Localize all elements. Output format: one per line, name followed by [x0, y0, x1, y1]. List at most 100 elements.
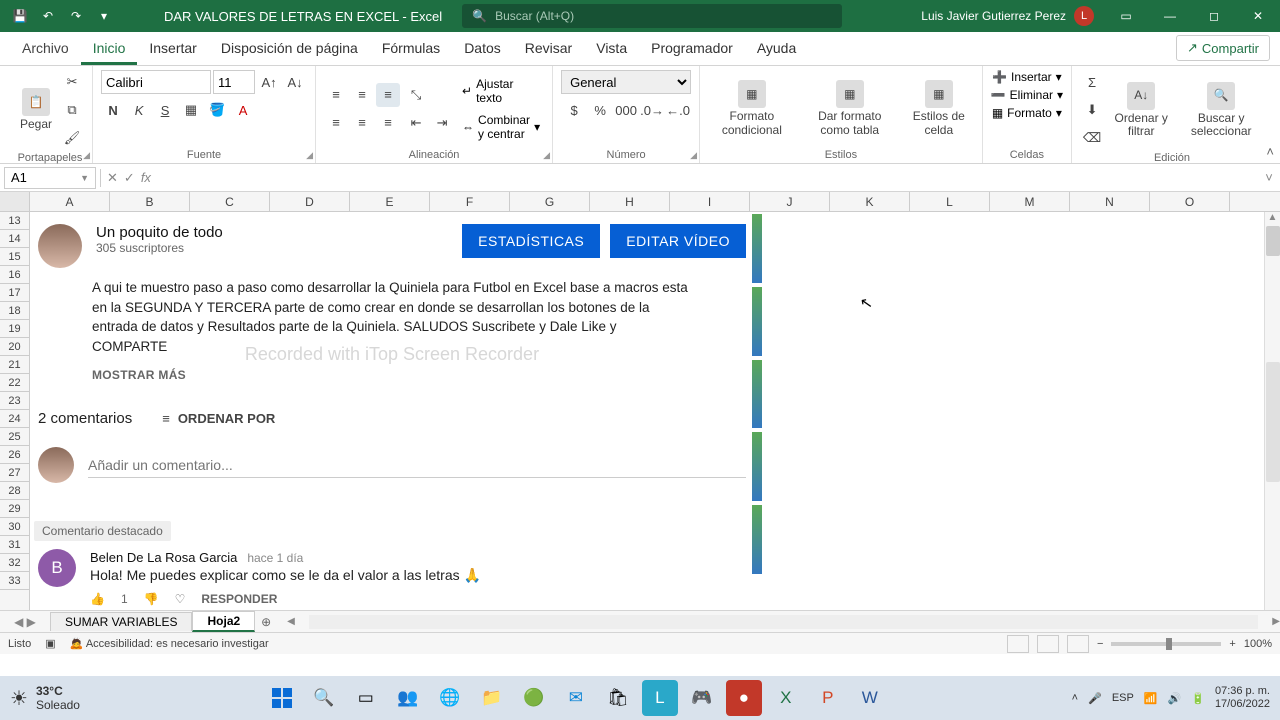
close-button[interactable]: ✕	[1236, 0, 1280, 32]
row-header[interactable]: 14	[0, 230, 29, 248]
new-sheet-button[interactable]: ⊕	[255, 615, 277, 629]
orientation-button[interactable]: ⤡	[404, 83, 428, 107]
column-header[interactable]: F	[430, 192, 510, 211]
cell-styles-button[interactable]: ▦Estilos de celda	[904, 78, 974, 138]
tray-mic[interactable]: 🎤	[1088, 692, 1102, 705]
align-middle-button[interactable]: ≡	[350, 83, 374, 107]
task-view[interactable]: ▭	[348, 680, 384, 716]
formula-input[interactable]	[157, 167, 1258, 189]
taskbar-teams[interactable]: 👥	[390, 680, 426, 716]
row-header[interactable]: 33	[0, 572, 29, 590]
taskbar-word[interactable]: W	[852, 680, 888, 716]
decrease-decimal-button[interactable]: ←.0	[666, 98, 690, 122]
cut-button[interactable]: ✂	[60, 70, 84, 94]
page-break-view-button[interactable]	[1067, 635, 1089, 653]
enter-formula-button[interactable]: ✓	[124, 170, 135, 186]
maximize-button[interactable]: ◻	[1192, 0, 1236, 32]
format-table-button[interactable]: ▦Dar formato como tabla	[800, 78, 900, 138]
column-header[interactable]: M	[990, 192, 1070, 211]
thousands-button[interactable]: 000	[614, 98, 638, 122]
tray-chevron[interactable]: ˄	[1072, 692, 1078, 704]
page-layout-view-button[interactable]	[1037, 635, 1059, 653]
channel-avatar[interactable]	[38, 224, 82, 268]
decrease-font-button[interactable]: A↓	[283, 70, 307, 94]
tab-ayuda[interactable]: Ayuda	[745, 34, 808, 65]
column-header[interactable]: E	[350, 192, 430, 211]
cancel-formula-button[interactable]: ✕	[107, 170, 118, 186]
column-header[interactable]: D	[270, 192, 350, 211]
format-painter-button[interactable]: 🖌	[60, 126, 84, 150]
font-size-select[interactable]	[213, 70, 255, 94]
channel-name[interactable]: Un poquito de todo	[96, 224, 223, 241]
show-more-button[interactable]: MOSTRAR MÁS	[32, 362, 752, 396]
row-header[interactable]: 23	[0, 392, 29, 410]
tray-volume[interactable]: 🔊	[1168, 692, 1182, 705]
increase-decimal-button[interactable]: .0→	[640, 98, 664, 122]
dislike-button[interactable]: 👎	[144, 592, 159, 606]
font-dialog-launcher[interactable]: ◢	[306, 150, 313, 161]
sheet-tab-sumar[interactable]: SUMAR VARIABLES	[50, 612, 192, 631]
zoom-slider[interactable]	[1111, 642, 1221, 646]
sheet-tab-hoja2[interactable]: Hoja2	[192, 611, 255, 632]
paste-button[interactable]: 📋 Pegar	[16, 86, 56, 133]
respond-button[interactable]: RESPONDER	[201, 592, 277, 606]
format-cells-button[interactable]: ▦Formato ▾	[992, 106, 1062, 120]
italic-button[interactable]: K	[127, 98, 151, 122]
taskbar-excel[interactable]: X	[768, 680, 804, 716]
row-header[interactable]: 27	[0, 464, 29, 482]
search-box[interactable]: 🔍 Buscar (Alt+Q)	[462, 4, 842, 28]
find-select-button[interactable]: 🔍Buscar y seleccionar	[1178, 80, 1264, 140]
fill-button[interactable]: ⬇	[1080, 98, 1104, 122]
vscroll-thumb[interactable]	[1266, 226, 1280, 256]
sort-filter-button[interactable]: A↓Ordenar y filtrar	[1108, 80, 1174, 140]
number-format-select[interactable]: General	[561, 70, 691, 94]
undo-button[interactable]: ↶	[38, 6, 58, 26]
column-header[interactable]: L	[910, 192, 990, 211]
collapse-ribbon-button[interactable]: ˄	[1266, 144, 1274, 159]
stats-button[interactable]: ESTADÍSTICAS	[462, 224, 600, 258]
commenter-avatar[interactable]: B	[38, 549, 76, 587]
row-header[interactable]: 26	[0, 446, 29, 464]
taskbar-explorer[interactable]: 📁	[474, 680, 510, 716]
font-name-select[interactable]	[101, 70, 211, 94]
macro-record-icon[interactable]: ▣	[45, 637, 55, 650]
share-button[interactable]: ↗ Compartir	[1176, 35, 1270, 61]
tab-datos[interactable]: Datos	[452, 34, 513, 65]
taskbar-mail[interactable]: ✉	[558, 680, 594, 716]
align-center-button[interactable]: ≡	[350, 111, 374, 135]
copy-button[interactable]: ⧉	[60, 98, 84, 122]
grid-cells[interactable]: Un poquito de todo 305 suscriptores ESTA…	[30, 212, 1264, 650]
horizontal-scrollbar[interactable]: ◀ ▶	[287, 615, 1280, 629]
qat-dropdown[interactable]: ▾	[94, 6, 114, 26]
add-comment-input[interactable]	[88, 453, 746, 478]
tab-disposicion[interactable]: Disposición de página	[209, 34, 370, 65]
column-header[interactable]: C	[190, 192, 270, 211]
taskbar-app-l[interactable]: L	[642, 680, 678, 716]
column-header[interactable]: J	[750, 192, 830, 211]
column-header[interactable]: O	[1150, 192, 1230, 211]
column-header[interactable]: I	[670, 192, 750, 211]
alignment-dialog-launcher[interactable]: ◢	[543, 150, 550, 161]
row-header[interactable]: 16	[0, 266, 29, 284]
select-all-button[interactable]	[0, 192, 30, 211]
column-header[interactable]: A	[30, 192, 110, 211]
row-header[interactable]: 22	[0, 374, 29, 392]
vertical-scrollbar[interactable]: ▲ ▼	[1264, 212, 1280, 650]
redo-button[interactable]: ↷	[66, 6, 86, 26]
edit-video-button[interactable]: EDITAR VÍDEO	[610, 224, 746, 258]
zoom-level[interactable]: 100%	[1244, 638, 1272, 650]
tab-archivo[interactable]: Archivo	[10, 34, 81, 65]
number-dialog-launcher[interactable]: ◢	[690, 150, 697, 161]
row-header[interactable]: 28	[0, 482, 29, 500]
row-header[interactable]: 21	[0, 356, 29, 374]
start-button[interactable]	[264, 680, 300, 716]
row-header[interactable]: 32	[0, 554, 29, 572]
row-header[interactable]: 13	[0, 212, 29, 230]
ribbon-display-options[interactable]: ▭	[1104, 0, 1148, 32]
taskbar-weather[interactable]: ☀ 33°C Soleado	[10, 684, 80, 712]
column-header[interactable]: G	[510, 192, 590, 211]
delete-cells-button[interactable]: ➖Eliminar ▾	[991, 88, 1063, 102]
column-header[interactable]: K	[830, 192, 910, 211]
taskbar-discord[interactable]: 🎮	[684, 680, 720, 716]
name-box[interactable]: A1▼	[4, 167, 96, 189]
